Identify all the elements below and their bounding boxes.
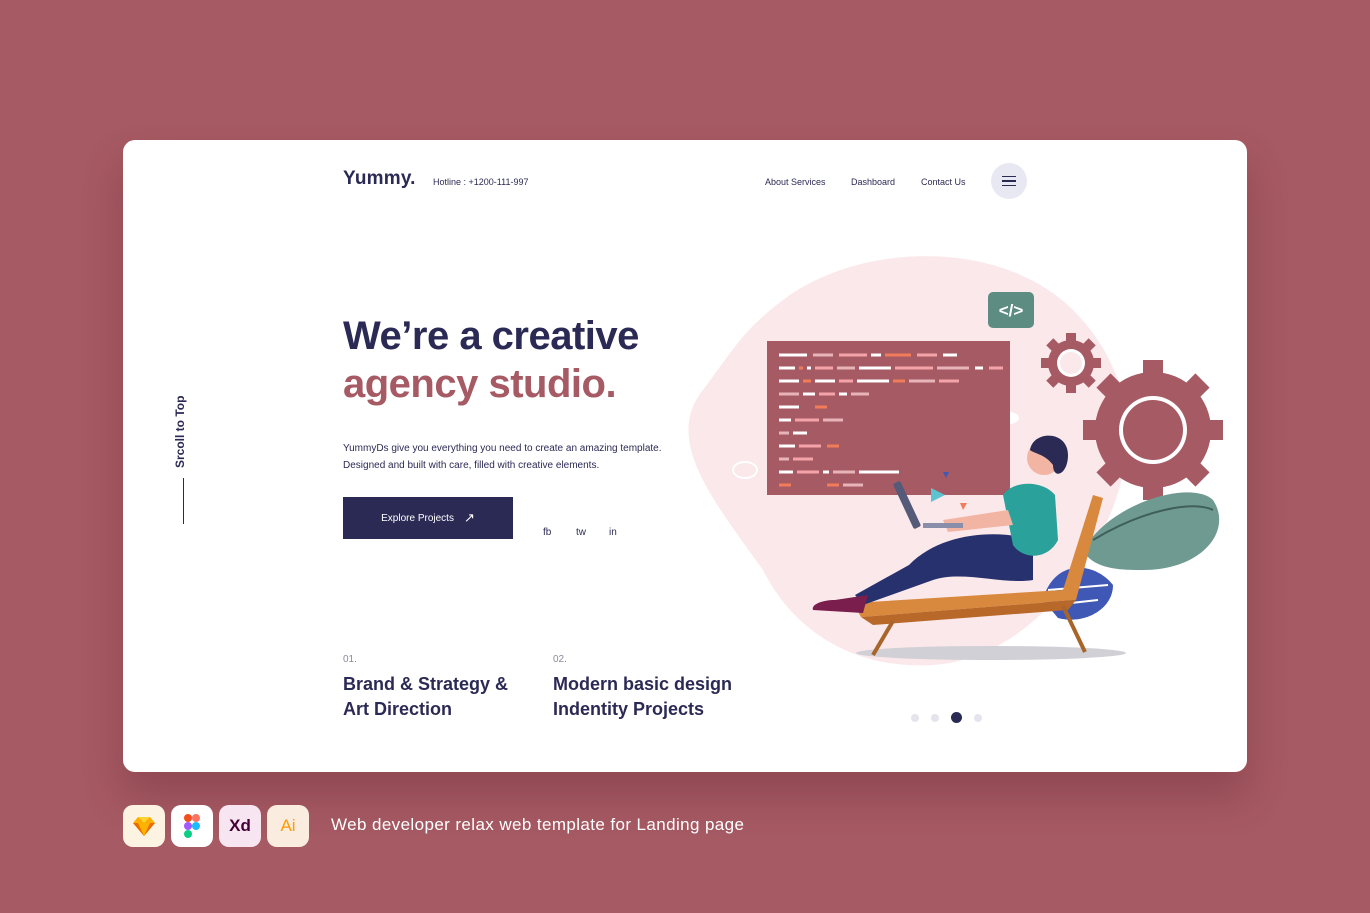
social-tw[interactable]: tw	[576, 527, 586, 538]
explore-projects-button[interactable]: Explore Projects ↗	[343, 497, 513, 539]
carousel-dot[interactable]	[911, 713, 919, 722]
code-badge: </>	[999, 301, 1024, 320]
tool-badges: Xd Ai	[123, 805, 309, 847]
hamburger-icon	[1002, 175, 1016, 178]
xd-icon: Xd	[219, 805, 261, 847]
hamburger-menu-button[interactable]	[991, 163, 1027, 199]
logo[interactable]: Yummy.	[343, 168, 416, 190]
feature-number: 02.	[553, 654, 567, 665]
hotline: Hotline : +1200-111-997	[433, 177, 529, 187]
nav-contact-us[interactable]: Contact Us	[921, 177, 966, 187]
carousel-dot[interactable]	[974, 713, 982, 722]
carousel-dot-active[interactable]	[951, 712, 962, 723]
developer-relax-illustration: </>	[688, 256, 1223, 666]
arrow-up-right-icon: ↗	[463, 510, 475, 525]
landing-card: Yummy. Hotline : +1200-111-997 About Ser…	[123, 140, 1247, 772]
hero-description: YummyDs give you everything you need to …	[343, 443, 662, 471]
social-fb[interactable]: fb	[543, 527, 551, 538]
caption: Web developer relax web template for Lan…	[331, 815, 745, 834]
hero-title-line1: We’re a creative	[343, 314, 639, 358]
feature-number: 01.	[343, 654, 357, 665]
cta-label: Explore Projects	[381, 512, 454, 524]
carousel-pagination	[911, 712, 982, 723]
scroll-line	[183, 478, 184, 524]
sketch-icon	[123, 805, 165, 847]
nav-dashboard[interactable]: Dashboard	[851, 177, 895, 187]
nav-about-services[interactable]: About Services	[765, 177, 826, 187]
figma-icon	[171, 805, 213, 847]
social-in[interactable]: in	[609, 527, 617, 538]
scroll-to-top[interactable]: Srcoll to Top	[173, 348, 189, 468]
hero-title-line2: agency studio.	[343, 362, 617, 406]
illustrator-icon: Ai	[267, 805, 309, 847]
feature-title: Brand & Strategy & Art Direction	[343, 674, 509, 719]
carousel-dot[interactable]	[931, 713, 939, 722]
